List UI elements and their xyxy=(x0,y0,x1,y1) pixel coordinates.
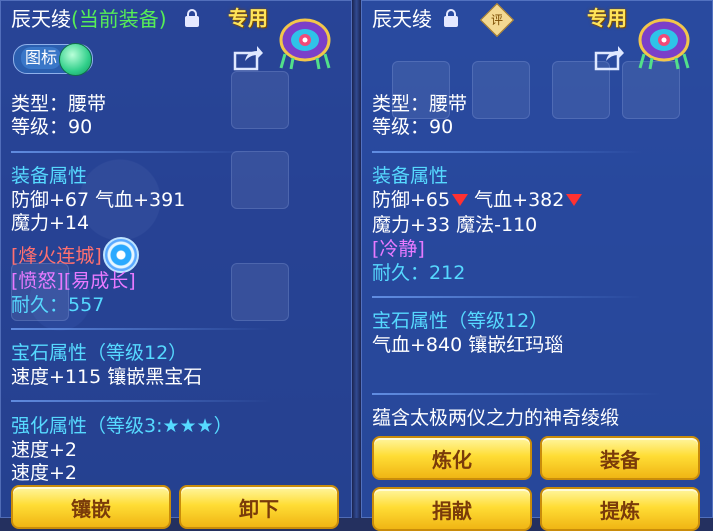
icon-toggle[interactable]: 图标 xyxy=(13,43,93,76)
durability-label: 耐久： xyxy=(11,294,69,316)
enhance-line: 速度+2 xyxy=(11,439,78,461)
icon-toggle-label: 图标 xyxy=(21,47,62,69)
type-line: 类型：腰带 xyxy=(372,93,468,115)
durability: 耐久：557 xyxy=(11,293,104,317)
equip-attr-header: 装备属性 xyxy=(11,165,88,187)
enhance-line: 速度+2 xyxy=(11,462,78,484)
decrease-arrow-icon xyxy=(566,193,583,206)
attr-line: 魔力+33 魔法-110 xyxy=(372,214,538,236)
inventory-slot xyxy=(231,151,289,209)
lock-icon xyxy=(444,9,458,27)
item-trait: [冷静] xyxy=(372,238,425,260)
gem-attr-line: 气血+840 镶嵌红玛瑙 xyxy=(372,334,564,356)
attr-line: 防御+67 气血+391 xyxy=(11,189,186,211)
share-icon[interactable] xyxy=(594,45,624,71)
type-line: 类型：腰带 xyxy=(11,93,107,115)
divider-line xyxy=(11,400,271,402)
attr-line: 防御+65 气血+382 xyxy=(372,188,583,212)
divider-line xyxy=(372,393,662,395)
current-equipment-panel: 辰天绫(当前装备) 专用 图标 类型：腰带 等级：90 装备属性 防御+67 气… xyxy=(0,0,352,529)
item-traits: [愤怒][易成长] xyxy=(11,270,136,292)
lock-icon xyxy=(185,9,199,27)
compare-equipment-panel: 辰天绫 评 专用 类型：腰带 等级：90 装备属性 防御+65 气血+382 魔… xyxy=(361,0,713,531)
inlay-button[interactable]: 镶嵌 xyxy=(11,485,171,529)
panel-divider xyxy=(352,0,361,518)
unequip-button[interactable]: 卸下 xyxy=(179,485,339,529)
rating-badge-label: 评 xyxy=(490,13,503,27)
divider-line xyxy=(11,328,271,330)
divider-line xyxy=(372,296,642,298)
exclusive-label: 专用 xyxy=(228,6,268,30)
refine-button[interactable]: 炼化 xyxy=(372,436,532,480)
gem-attr-line: 速度+115 镶嵌黑宝石 xyxy=(11,366,203,388)
inventory-slot xyxy=(472,61,530,119)
equip-button[interactable]: 装备 xyxy=(540,436,700,480)
durability-value: 212 xyxy=(429,262,466,284)
item-title: 辰天绫(当前装备) xyxy=(11,7,167,31)
belt-fabric-icon xyxy=(638,18,690,70)
attr-line: 魔力+14 xyxy=(11,212,90,234)
inventory-slot xyxy=(231,71,289,129)
divider-line xyxy=(11,151,251,153)
skill-swirl-icon[interactable] xyxy=(103,237,139,273)
belt-fabric-icon xyxy=(279,18,331,70)
rating-badge[interactable]: 评 xyxy=(480,3,514,37)
special-skill: [烽火连城] xyxy=(11,245,102,267)
level-line: 等级：90 xyxy=(11,116,93,138)
durability-label: 耐久： xyxy=(372,262,430,284)
hp-value: 气血+382 xyxy=(468,189,565,211)
share-icon[interactable] xyxy=(233,45,263,71)
equip-attr-header: 装备属性 xyxy=(372,165,449,187)
extract-button[interactable]: 提炼 xyxy=(540,487,700,531)
item-name: 辰天绫 xyxy=(11,7,71,31)
enhance-attr-header: 强化属性（等级3:★★★） xyxy=(11,415,233,437)
durability-value: 557 xyxy=(68,294,105,316)
defense-value: 防御+65 xyxy=(372,189,451,211)
equipped-tag: (当前装备) xyxy=(71,7,167,31)
item-description: 蕴含太极两仪之力的神奇绫缎 xyxy=(372,407,620,429)
divider-line xyxy=(372,151,642,153)
exclusive-label: 专用 xyxy=(587,6,627,30)
item-name: 辰天绫 xyxy=(372,7,432,31)
donate-button[interactable]: 捐献 xyxy=(372,487,532,531)
durability: 耐久：212 xyxy=(372,261,465,285)
toggle-knob xyxy=(59,43,92,76)
decrease-arrow-icon xyxy=(452,193,469,206)
gem-attr-header: 宝石属性（等级12） xyxy=(372,310,549,332)
inventory-slot xyxy=(231,263,289,321)
gem-attr-header: 宝石属性（等级12） xyxy=(11,342,188,364)
level-line: 等级：90 xyxy=(372,116,454,138)
